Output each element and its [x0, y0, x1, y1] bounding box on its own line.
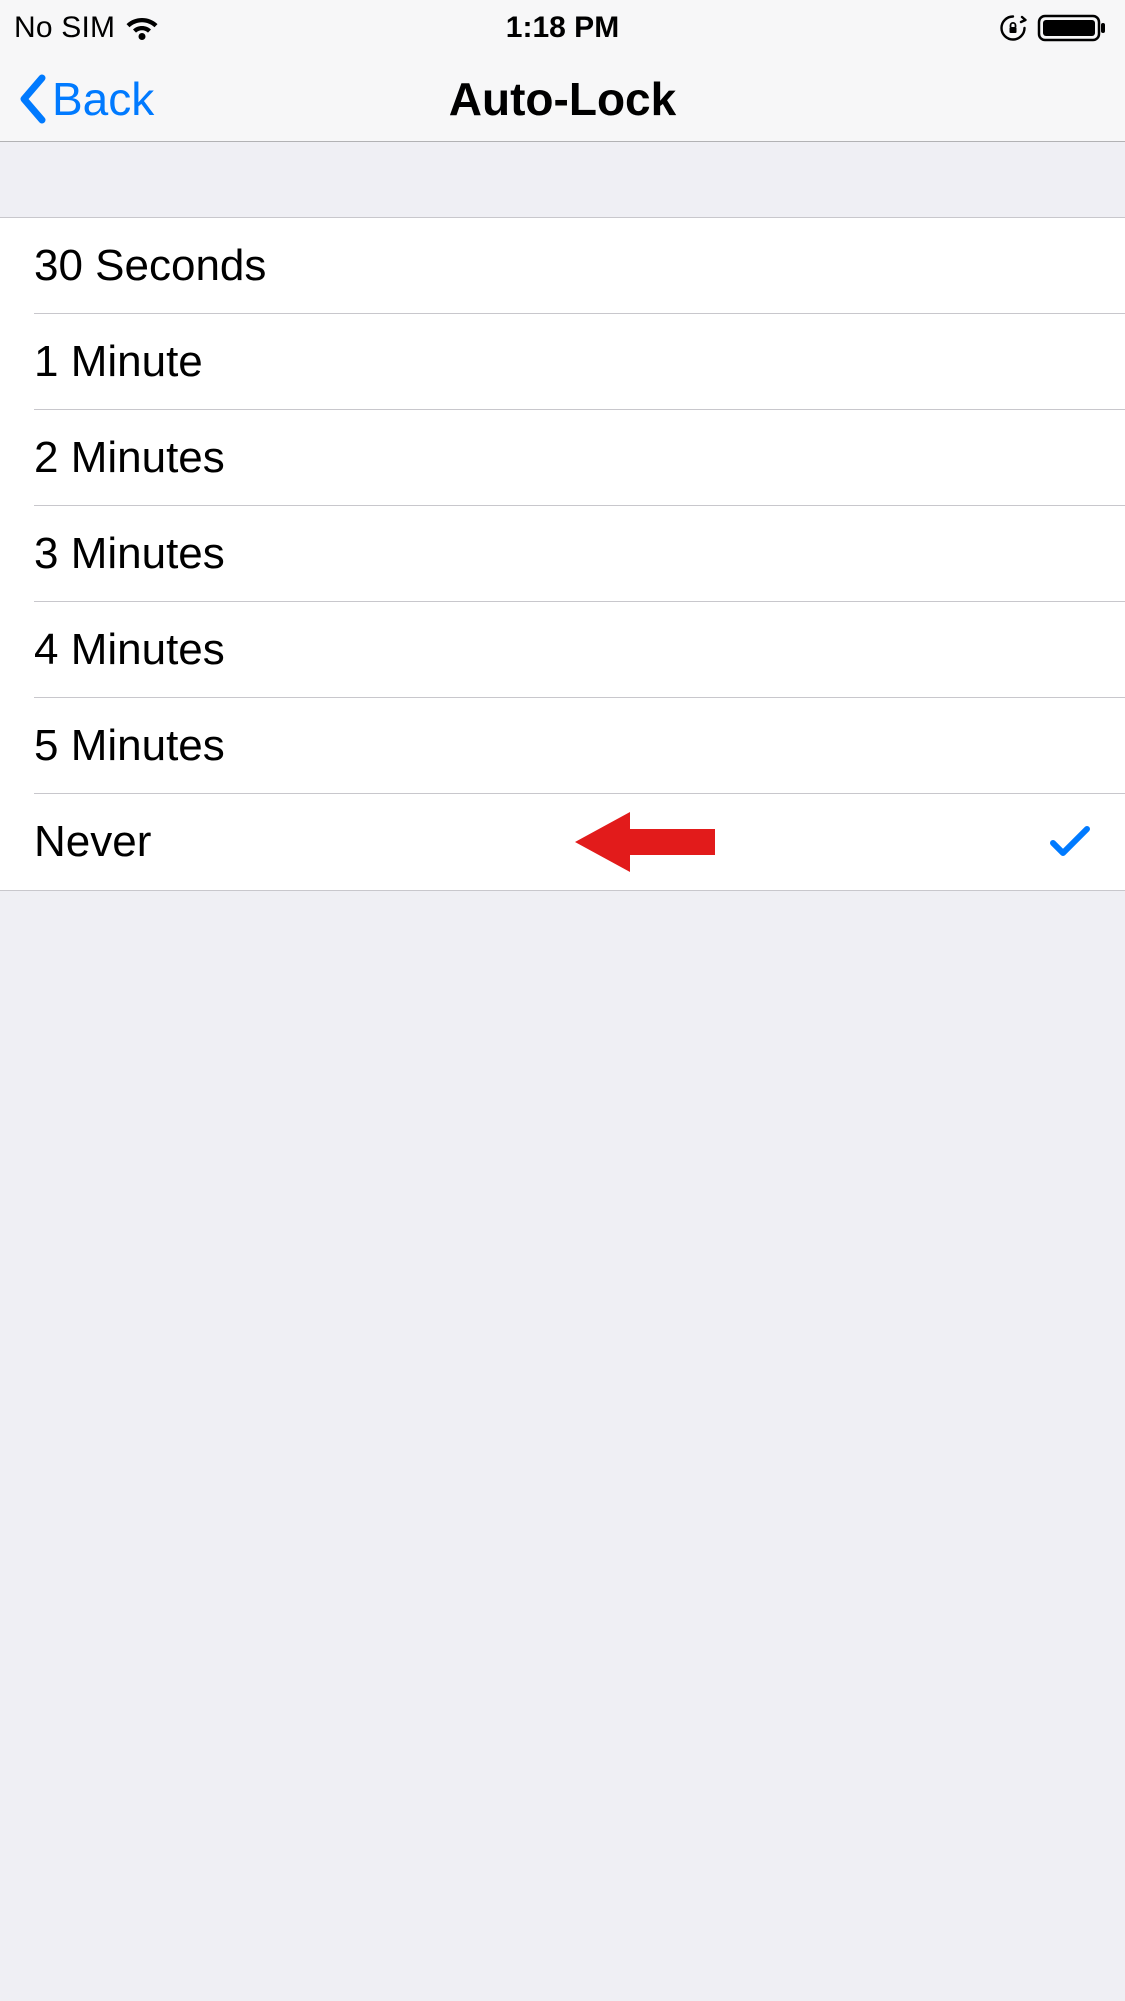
option-label: 2 Minutes: [34, 433, 1091, 483]
section-spacer: [0, 142, 1125, 218]
option-label: 1 Minute: [34, 337, 1091, 387]
auto-lock-options-list: 30 Seconds 1 Minute 2 Minutes 3 Minutes …: [0, 218, 1125, 891]
back-button-label: Back: [52, 72, 154, 126]
option-label: 4 Minutes: [34, 625, 1091, 675]
rotation-lock-icon: [999, 14, 1027, 42]
carrier-label: No SIM: [14, 11, 115, 45]
battery-icon: [1037, 13, 1107, 43]
option-2-minutes[interactable]: 2 Minutes: [0, 410, 1125, 506]
status-bar-left: No SIM: [14, 11, 159, 45]
status-bar-right: [999, 13, 1107, 43]
page-title: Auto-Lock: [449, 72, 676, 126]
option-30-seconds[interactable]: 30 Seconds: [0, 218, 1125, 314]
option-4-minutes[interactable]: 4 Minutes: [0, 602, 1125, 698]
chevron-left-icon: [16, 74, 48, 124]
option-1-minute[interactable]: 1 Minute: [0, 314, 1125, 410]
option-5-minutes[interactable]: 5 Minutes: [0, 698, 1125, 794]
back-button[interactable]: Back: [0, 72, 154, 126]
checkmark-icon: [1049, 825, 1091, 859]
option-3-minutes[interactable]: 3 Minutes: [0, 506, 1125, 602]
nav-bar: Back Auto-Lock: [0, 56, 1125, 142]
option-label: 3 Minutes: [34, 529, 1091, 579]
option-label: 30 Seconds: [34, 241, 1091, 291]
status-bar: No SIM 1:18 PM: [0, 0, 1125, 56]
status-bar-time: 1:18 PM: [506, 11, 619, 45]
option-label: Never: [34, 817, 1049, 867]
option-label: 5 Minutes: [34, 721, 1091, 771]
wifi-icon: [125, 15, 159, 41]
option-never[interactable]: Never: [0, 794, 1125, 890]
